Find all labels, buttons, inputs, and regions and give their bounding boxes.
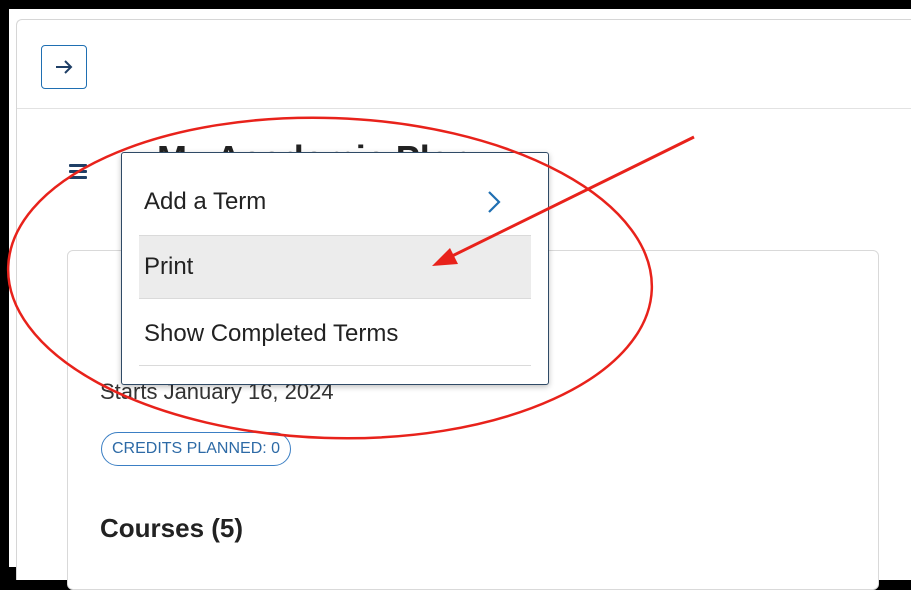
menu-item-label: Show Completed Terms bbox=[144, 319, 399, 347]
header-divider bbox=[17, 108, 911, 109]
hamburger-menu-icon[interactable] bbox=[69, 162, 91, 182]
plan-actions-menu: Add a Term Print Show Completed Terms bbox=[121, 152, 549, 385]
courses-heading: Courses (5) bbox=[100, 513, 244, 543]
menu-item-label: Print bbox=[144, 253, 194, 280]
credits-planned-badge: CREDITS PLANNED: 0 bbox=[101, 432, 292, 466]
menu-item-show-completed-terms[interactable]: Show Completed Terms bbox=[139, 302, 531, 366]
menu-item-print[interactable]: Print bbox=[139, 235, 531, 299]
arrow-right-icon bbox=[56, 60, 73, 74]
chevron-right-icon bbox=[488, 191, 501, 213]
menu-item-add-a-term[interactable]: Add a Term bbox=[139, 170, 531, 234]
expand-sidebar-button[interactable] bbox=[41, 45, 87, 89]
menu-item-label: Add a Term bbox=[144, 188, 267, 215]
